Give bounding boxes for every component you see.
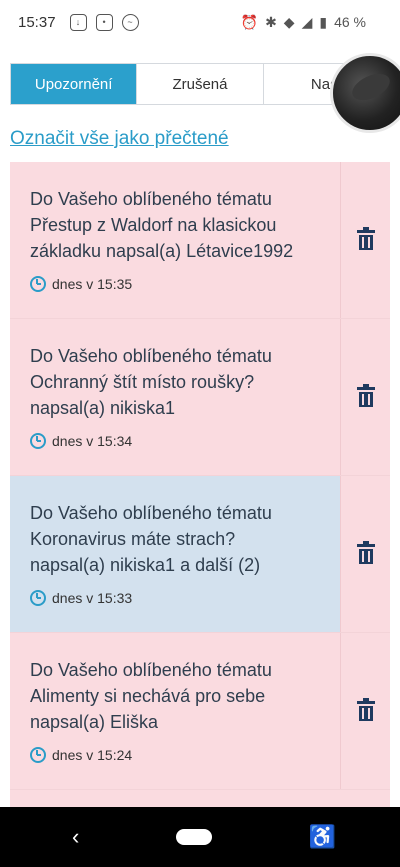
clock-icon (30, 747, 46, 763)
notification-line: napsal(a) nikiska1 (30, 398, 176, 418)
notification-line: Do Vašeho oblíbeného tématu (30, 503, 272, 523)
notification-text: Do Vašeho oblíbeného tématu Alimenty si … (30, 657, 320, 735)
delete-button[interactable] (340, 633, 390, 789)
app-icon: • (95, 13, 113, 31)
home-button[interactable] (175, 829, 212, 845)
notification-item-unread: Do Vašeho oblíbeného tématu Koronavirus … (10, 476, 390, 633)
battery-level: 46 % (334, 14, 366, 30)
tab-zrusena[interactable]: Zrušená (137, 64, 264, 104)
delete-button[interactable] (340, 476, 390, 632)
notification-text: Do Vašeho oblíbeného tématu Koronavirus … (30, 500, 320, 578)
notification-time: dnes v 15:33 (30, 590, 320, 606)
notification-line: Do Vašeho oblíbeného tématu (30, 346, 272, 366)
notification-content[interactable]: Do Vašeho oblíbeného tématu Ochranný ští… (10, 319, 340, 475)
trash-icon (356, 227, 375, 250)
notification-line: Do Vašeho oblíbeného tématu (30, 660, 272, 680)
mark-all-read-link[interactable]: Označit vše jako přečtené (10, 128, 229, 150)
battery-icon: ▮ (319, 13, 328, 30)
notification-time: dnes v 15:34 (30, 433, 320, 449)
clock-icon (30, 433, 46, 449)
notification-item: Do Vašeho oblíbeného tématu Přestup z Wa… (10, 162, 390, 319)
notification-line: Alimenty si nechává pro sebe (30, 686, 266, 706)
status-bar: 15:37 ↓ • ~ ⏰ ✱ ◆ ◢ ▮ 46 % (0, 0, 400, 44)
notification-time-label: dnes v 15:34 (52, 433, 133, 449)
notification-time: dnes v 15:35 (30, 276, 320, 292)
notification-text: Do Vašeho oblíbeného tématu Přestup z Wa… (30, 186, 320, 264)
download-icon: ↓ (69, 13, 87, 31)
accessibility-icon[interactable]: ♿ (309, 824, 336, 850)
notification-line: Ochranný štít místo roušky? (30, 372, 255, 392)
notification-item: Do Vašeho oblíbeného tématu Alimenty si … (10, 633, 390, 790)
notification-line: Přestup z Waldorf na klasickou (30, 215, 277, 235)
system-icons: ⏰ ✱ ◆ ◢ ▮ 46 % (241, 14, 366, 31)
trash-icon (356, 541, 375, 564)
bluetooth-icon: ✱ (265, 13, 277, 30)
alarm-icon: ⏰ (240, 13, 259, 30)
notification-content[interactable]: Do Vašeho oblíbeného tématu Přestup z Wa… (10, 162, 340, 318)
notification-time: dnes v 15:24 (30, 747, 320, 763)
notification-content[interactable]: Do Vašeho oblíbeného tématu Koronavirus … (10, 476, 340, 632)
notification-icons: ↓ • ~ (69, 13, 139, 31)
tab-upozorneni[interactable]: Upozornění (11, 64, 138, 104)
delete-button[interactable] (340, 162, 390, 318)
notification-list: Do Vašeho oblíbeného tématu Přestup z Wa… (10, 162, 390, 810)
messenger-icon: ~ (121, 13, 139, 31)
notification-time-label: dnes v 15:35 (52, 276, 133, 292)
signal-icon: ◢ (301, 13, 313, 30)
notification-line: Koronavirus máte strach? (30, 529, 236, 549)
notification-time-label: dnes v 15:24 (52, 747, 133, 763)
trash-icon (356, 698, 375, 721)
notification-text: Do Vašeho oblíbeného tématu Ochranný ští… (30, 343, 320, 421)
wifi-icon: ◆ (283, 13, 295, 30)
notification-line: napsal(a) Eliška (30, 712, 159, 732)
clock-icon (30, 276, 46, 292)
notification-item: Do Vašeho oblíbeného tématu Ochranný ští… (10, 319, 390, 476)
avatar[interactable] (330, 53, 400, 133)
notification-line: napsal(a) nikiska1 a další (2) (30, 555, 261, 575)
status-time: 15:37 (18, 13, 56, 31)
notification-time-label: dnes v 15:33 (52, 590, 133, 606)
system-nav-bar: ‹ ♿ (0, 807, 400, 867)
notification-line: Do Vašeho oblíbeného tématu (30, 189, 272, 209)
notification-content[interactable]: Do Vašeho oblíbeného tématu Alimenty si … (10, 633, 340, 789)
trash-icon (356, 384, 375, 407)
notification-line: základku napsal(a) Létavice1992 (30, 241, 294, 261)
clock-icon (30, 590, 46, 606)
delete-button[interactable] (340, 319, 390, 475)
back-icon[interactable]: ‹ (72, 824, 79, 850)
